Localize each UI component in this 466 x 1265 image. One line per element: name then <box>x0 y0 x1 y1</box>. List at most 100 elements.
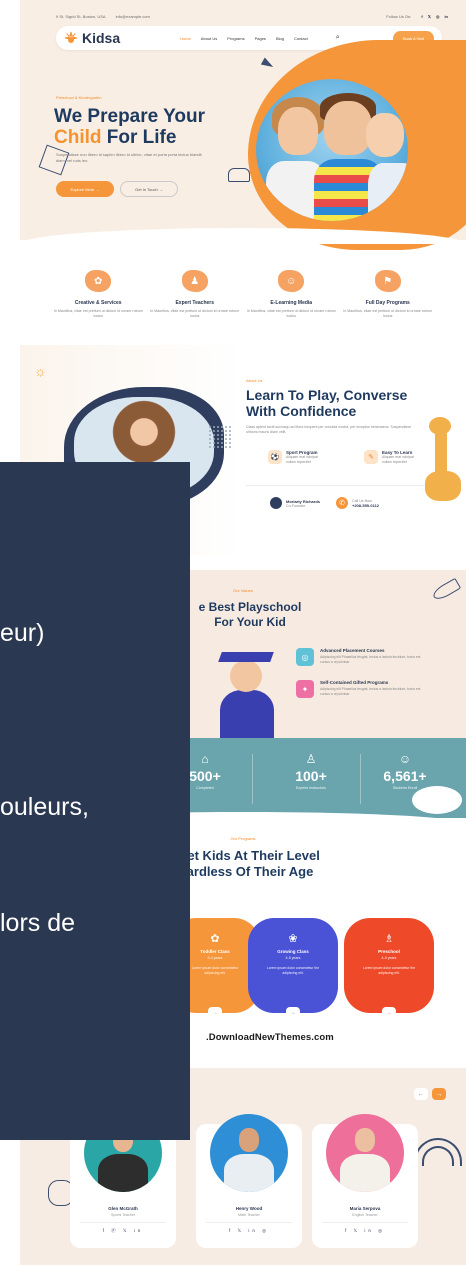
cloud-decoration <box>412 786 462 814</box>
hero-eyebrow: Preschool & Kindergarten <box>56 95 102 100</box>
nav-link-contact[interactable]: Contact <box>294 36 308 41</box>
feature-item: ☺ E-Learning Media In Mauritius, vitae e… <box>245 270 337 350</box>
prev-arrow-button[interactable]: ← <box>414 1088 428 1100</box>
nav-link-about[interactable]: About Us <box>201 36 217 41</box>
about-title-line2: With Confidence <box>246 403 357 419</box>
feature-desc: In Mauritius, vitae est pretium ut dictu… <box>53 309 143 318</box>
call-block[interactable]: ✆ Call Us Now +208-555-0112 <box>336 497 379 509</box>
explore-more-button[interactable]: Explore More → <box>56 181 114 197</box>
about-eyebrow: About Us <box>246 378 263 383</box>
teacher-social-links[interactable]: f ⓟ 𝕏 in <box>70 1228 176 1234</box>
feature-item: ⚑ Full Day Programs In Mauritius, vitae … <box>342 270 434 350</box>
teacher-name: Glen McGrath <box>108 1206 138 1211</box>
nav-link-pages[interactable]: Pages <box>255 36 266 41</box>
instagram-icon[interactable]: ◎ <box>436 14 440 19</box>
follow-label: Follow Us On: <box>386 13 412 19</box>
linkedin-icon[interactable]: in <box>444 14 448 19</box>
hero-title: We Prepare Your Child For Life <box>54 106 205 148</box>
class-card-preschool[interactable]: ♗ Preschool 4-5 years Lorem ipsum dolor … <box>344 918 434 1019</box>
program-item: ✦ Self-Contained Gifted Programs Adipisc… <box>296 680 430 698</box>
hero-title-line2: For Life <box>106 127 177 148</box>
stat-value: 100+ <box>295 768 327 784</box>
teacher-icon: ♟ <box>181 270 208 292</box>
growing-icon: ❀ <box>288 933 298 945</box>
top-bar: 9 St. Sigrid St, Boston, USA info@exampl… <box>56 10 448 22</box>
teacher-photo <box>326 1114 404 1192</box>
teacher-role: English Teacher <box>352 1213 378 1217</box>
sun-doodle-icon: ☼ <box>34 363 47 379</box>
elearning-icon: ☺ <box>278 270 305 292</box>
about-description: Class aptent taciti sociosqu ad litora t… <box>246 425 412 434</box>
feature-title: Creative & Services <box>74 300 122 306</box>
teacher-card[interactable]: Maria Serpova English Teacher f 𝕏 in ◎ <box>312 1114 418 1248</box>
get-in-touch-button[interactable]: Get In Touch → <box>120 181 178 197</box>
graduate-kid-photo <box>206 650 286 740</box>
gifted-icon: ✦ <box>296 680 314 698</box>
watermark-text: .DownloadNewThemes.com <box>206 1032 334 1043</box>
facebook-icon[interactable]: f <box>421 14 422 19</box>
dot-pattern <box>208 425 232 449</box>
class-card-growing[interactable]: ❀ Growing Class 4-5 years Lorem ipsum do… <box>248 918 338 1019</box>
about-feature-desc: Aliquam erat volutpat nullam imperdiet <box>286 455 318 464</box>
class-arrow-button[interactable]: → <box>382 1007 396 1019</box>
next-arrow-button[interactable]: → <box>432 1088 446 1100</box>
about-feature-desc: Aliquam erat volutpat nullam imperdiet <box>382 455 414 464</box>
founder-block: Moriarty Richards Co-Founder <box>270 497 320 509</box>
feature-item: ♟ Expert Teachers In Mauritius, vitae es… <box>149 270 241 350</box>
feature-title: E-Learning Media <box>270 300 313 306</box>
class-title: Growing Class <box>277 949 309 954</box>
class-desc: Lorem ipsum dolor consectetur the adipis… <box>362 966 416 975</box>
class-arrow-button[interactable]: → <box>286 1007 300 1019</box>
book-icon: ✎ <box>364 450 378 464</box>
stat-label: Experts Instructors <box>296 786 326 790</box>
program-item: ◎ Advanced Placement Courses Adipiscing … <box>296 648 430 666</box>
teacher-name: Henry Wood <box>235 1206 263 1211</box>
feature-title: Expert Teachers <box>175 300 215 306</box>
teacher-social-links[interactable]: f 𝕏 in ◎ <box>312 1228 418 1234</box>
giraffe-toy-image <box>425 417 463 507</box>
stat-item: ☺ 6,561+ Students Enroll <box>370 752 440 790</box>
teacher-card[interactable]: Henry Wood Math Teacher f 𝕏 in ◎ <box>196 1114 302 1248</box>
teacher-card[interactable]: Glen McGrath Sports Teacher f ⓟ 𝕏 in <box>70 1114 176 1248</box>
class-desc: Lorem ipsum dolor consectetur the adipis… <box>266 966 320 975</box>
nav-link-home[interactable]: Home <box>180 36 191 41</box>
about-feature: ✎ Easy To Learn Aliquam erat volutpat nu… <box>364 450 422 464</box>
about-title: Learn To Play, Converse With Confidence <box>246 387 407 419</box>
hero-section: 9 St. Sigrid St, Boston, USA info@exampl… <box>20 0 466 250</box>
nav-link-programs[interactable]: Programs <box>227 36 244 41</box>
nav-link-blog[interactable]: Blog <box>276 36 284 41</box>
program-desc: Adipiscing elit Phasellus feugiat, lectu… <box>320 687 421 696</box>
class-desc: Lorem ipsum dolor consectetur adipiscing… <box>191 966 239 975</box>
about-feature: ⚽ Sport Program Aliquam erat volutpat nu… <box>268 450 326 464</box>
twitter-icon[interactable]: 𝕏 <box>428 14 431 19</box>
phone-number[interactable]: +208-555-0112 <box>352 503 379 508</box>
teacher-social-links[interactable]: f 𝕏 in ◎ <box>196 1228 302 1234</box>
brand-logo[interactable]: Kidsa <box>64 30 120 46</box>
stat-item: ♙ 100+ Experts Instructors <box>276 752 346 790</box>
explore-more-label: Explore More <box>70 186 95 192</box>
class-age: 4-5 years <box>285 956 301 960</box>
class-arrow-button[interactable]: → <box>208 1007 222 1019</box>
creative-icon: ✿ <box>85 270 112 292</box>
overlay-text-line: ouleurs, <box>0 793 89 821</box>
overlay-text-line: lors de <box>0 909 76 937</box>
class-title: Preschool <box>378 949 400 954</box>
program-desc: Adipiscing elit Phasellus feugiat, lectu… <box>320 655 421 664</box>
search-icon[interactable]: ⌕ <box>336 34 340 42</box>
overlay-text-line: eur) <box>0 619 45 647</box>
hero-children-photo <box>252 75 412 225</box>
program-title: Self-Contained Gifted Programs <box>320 680 389 685</box>
about-title-line1: Learn To Play, Converse <box>246 387 408 403</box>
class-age: 4-5 years <box>381 956 397 960</box>
sun-logo-icon <box>64 31 78 43</box>
feature-item: ✿ Creative & Services In Mauritius, vita… <box>52 270 144 350</box>
courses-icon: ◎ <box>296 648 314 666</box>
brand-name: Kidsa <box>82 30 121 46</box>
email-link[interactable]: info@example.com <box>116 14 150 19</box>
preschool-icon: ♗ <box>384 933 394 945</box>
program-title: Advanced Placement Courses <box>320 648 385 653</box>
teacher-photo <box>210 1114 288 1192</box>
teacher-name: Maria Serpova <box>349 1206 381 1211</box>
hero-description: Suspendisse non libero id sapien libero … <box>56 152 202 163</box>
teacher-role: Sports Teacher <box>110 1213 136 1217</box>
